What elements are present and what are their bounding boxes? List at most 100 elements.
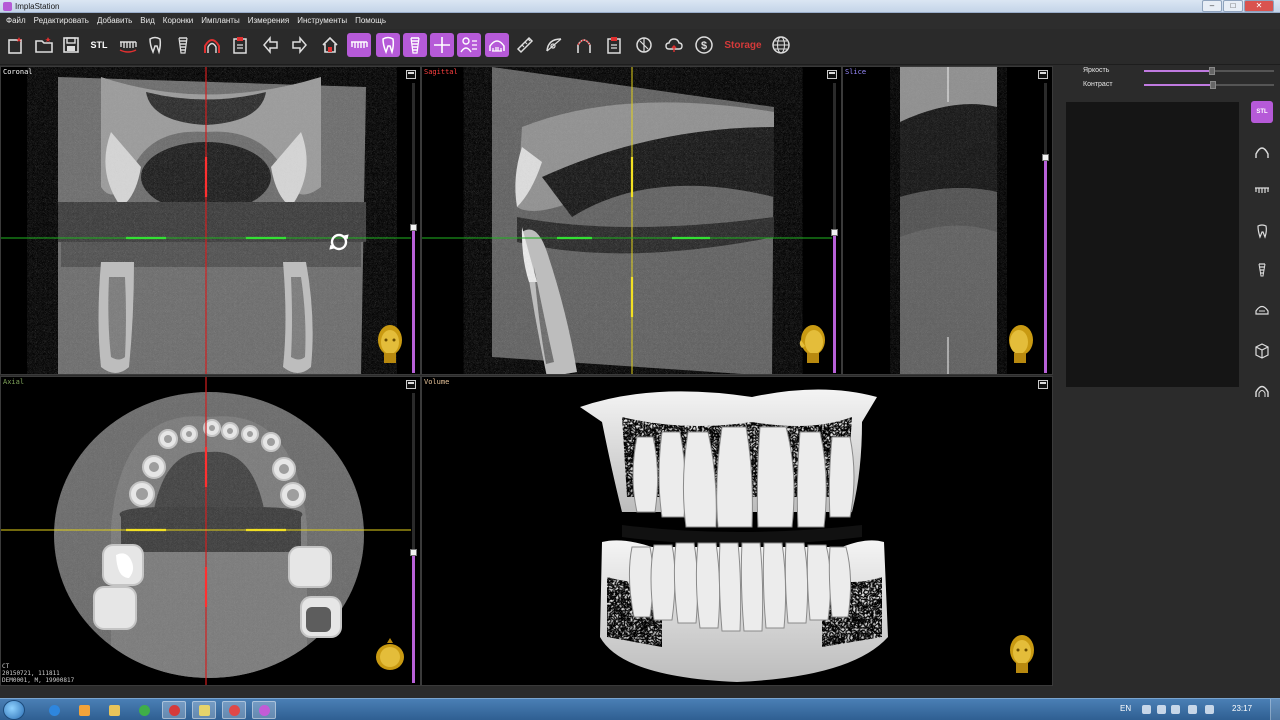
contrast-slider[interactable] (1210, 81, 1216, 89)
volume-3d-render (580, 389, 888, 682)
new-file-icon (8, 37, 22, 54)
menu-add[interactable]: Добавить (93, 13, 136, 29)
purchase-button[interactable]: $ (692, 33, 716, 57)
media-player-icon (78, 704, 90, 716)
menu-edit[interactable]: Редактировать (30, 13, 93, 29)
window-title: ImplaStation (15, 2, 60, 11)
close-button[interactable]: ✕ (1244, 0, 1274, 12)
slice-maximize-button[interactable] (1038, 70, 1048, 79)
arch-panel-button[interactable] (1251, 141, 1273, 163)
menu-measurements[interactable]: Измерения (244, 13, 293, 29)
planning-report-button[interactable] (602, 33, 626, 57)
taskbar-app-files[interactable] (192, 701, 216, 719)
crosshair-button[interactable] (430, 33, 454, 57)
minimize-button[interactable]: – (1202, 0, 1222, 12)
taskbar-app-chrome[interactable] (132, 701, 156, 719)
open-project-button[interactable] (32, 33, 56, 57)
new-project-button[interactable] (4, 33, 28, 57)
tray-volume-icon[interactable] (1205, 705, 1214, 714)
taskbar-app-browser[interactable] (42, 701, 66, 719)
slice-slice-slider[interactable] (1044, 160, 1047, 373)
volume-maximize-button[interactable] (1038, 380, 1048, 389)
axial-slice-knob[interactable] (410, 549, 417, 556)
sagittal-viewport[interactable]: Sagittal (421, 66, 842, 375)
sagittal-ct-image (422, 67, 832, 374)
taskbar-app-media[interactable] (72, 701, 96, 719)
nerve-canal-button[interactable] (572, 33, 596, 57)
ruler-button[interactable] (513, 33, 537, 57)
surgical-guide-button[interactable] (632, 33, 656, 57)
undo-button[interactable] (259, 33, 283, 57)
tray-up-arrow-icon[interactable] (1142, 705, 1151, 714)
angle-measure-button[interactable] (542, 33, 566, 57)
volume-label: Volume (424, 378, 450, 386)
sagittal-maximize-button[interactable] (827, 70, 837, 79)
head-orientation-icon[interactable] (1006, 323, 1036, 365)
tooth-icon (382, 36, 395, 55)
cloud-upload-button[interactable] (662, 33, 686, 57)
report-button[interactable] (228, 33, 252, 57)
maximize-button[interactable]: □ (1223, 0, 1243, 12)
redo-button[interactable] (287, 33, 311, 57)
start-button[interactable] (3, 700, 25, 720)
arch-view-button[interactable] (485, 33, 509, 57)
coronal-viewport[interactable]: Coronal (0, 66, 421, 375)
head-orientation-icon[interactable] (1007, 633, 1037, 675)
implant-select-button[interactable] (403, 33, 427, 57)
language-indicator[interactable]: EN (1120, 699, 1131, 719)
guide-panel-button[interactable] (1251, 299, 1273, 321)
sagittal-slice-slider[interactable] (833, 234, 836, 373)
axial-maximize-button[interactable] (406, 380, 416, 389)
save-button[interactable] (59, 33, 83, 57)
tooth-select-button[interactable] (376, 33, 400, 57)
web-portal-button[interactable] (769, 33, 793, 57)
guide-icon (636, 37, 652, 53)
nerve-panel-button[interactable] (1251, 380, 1273, 402)
menu-help[interactable]: Помощь (351, 13, 390, 29)
brightness-slider[interactable] (1209, 67, 1215, 75)
right-panel: Яркость Контраст STL (1057, 65, 1280, 687)
stl-objects-button[interactable]: STL (1251, 101, 1273, 123)
taskbar-app-recorder[interactable] (222, 701, 246, 719)
axial-slice-slider[interactable] (412, 555, 415, 683)
home-button[interactable] (318, 33, 342, 57)
taskbar-app-explorer[interactable] (102, 701, 126, 719)
taskbar-app-implastation[interactable] (252, 701, 276, 719)
coronal-maximize-button[interactable] (406, 70, 416, 79)
storage-button[interactable]: Storage (722, 33, 764, 57)
tray-flag-icon[interactable] (1171, 705, 1180, 714)
model-3d-button[interactable] (1251, 340, 1273, 362)
menu-file[interactable]: Файл (2, 13, 30, 29)
coronal-slice-knob[interactable] (410, 224, 417, 231)
teeth-row-button[interactable] (116, 33, 140, 57)
stl-export-button[interactable]: STL (87, 33, 111, 57)
slice-slice-knob[interactable] (1042, 154, 1049, 161)
implant-tool-button[interactable] (171, 33, 195, 57)
coronal-slice-slider[interactable] (412, 230, 415, 373)
volume-viewport[interactable]: Volume (421, 376, 1053, 686)
menu-implants[interactable]: Импланты (197, 13, 244, 29)
arch-curve-button[interactable] (200, 33, 224, 57)
implant-screw-icon (178, 37, 188, 54)
tray-network-icon[interactable] (1188, 705, 1197, 714)
implant-panel-button[interactable] (1251, 259, 1273, 281)
system-clock[interactable]: 23:17 (1232, 699, 1252, 719)
panoramic-teeth-button[interactable] (347, 33, 371, 57)
menu-view[interactable]: Вид (136, 13, 158, 29)
tooth-tool-button[interactable] (143, 33, 167, 57)
patient-info-button[interactable] (457, 33, 481, 57)
head-orientation-icon[interactable] (375, 323, 405, 365)
taskbar-app-opera[interactable] (162, 701, 186, 719)
tooth-panel-button[interactable] (1251, 220, 1273, 242)
menu-crowns[interactable]: Коронки (159, 13, 197, 29)
slice-viewport[interactable]: Slice (842, 66, 1053, 375)
sagittal-slice-knob[interactable] (831, 229, 838, 236)
teeth-panel-button[interactable] (1251, 180, 1273, 202)
study-date-text: 20150721, 111811 (2, 670, 60, 677)
head-orientation-icon[interactable] (796, 323, 826, 365)
head-orientation-icon[interactable] (375, 635, 405, 677)
show-desktop-button[interactable] (1270, 699, 1280, 720)
axial-viewport[interactable]: Axial CT 20150721, 111811 DEM0001, M, 19… (0, 376, 421, 686)
tray-app-icon[interactable] (1157, 705, 1166, 714)
menu-tools[interactable]: Инструменты (293, 13, 351, 29)
